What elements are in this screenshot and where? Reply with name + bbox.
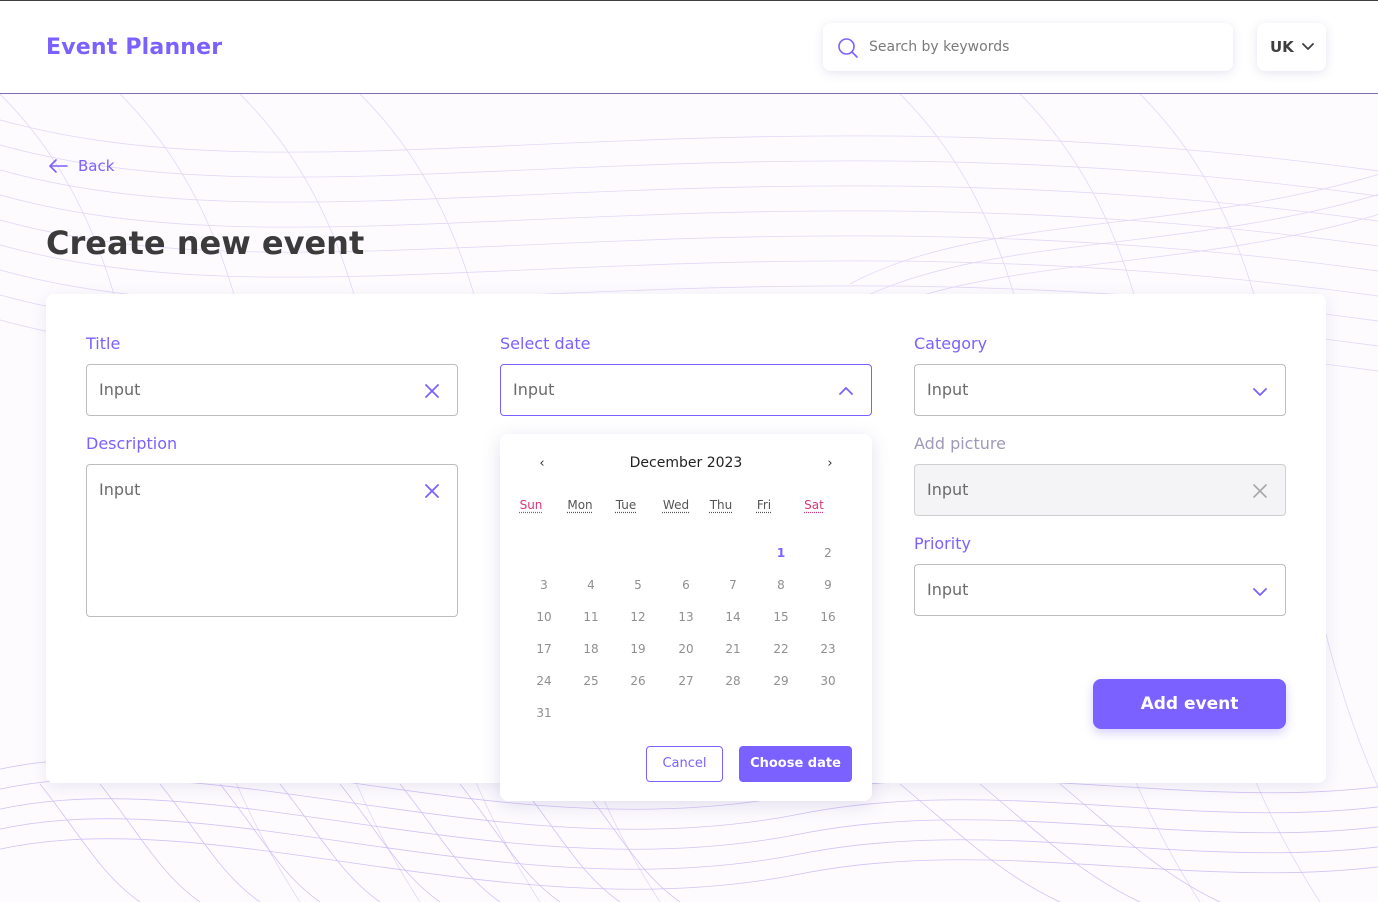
calendar-day-25[interactable]: 25	[576, 674, 606, 688]
title-label: Title	[86, 334, 121, 353]
calendar-day-21[interactable]: 21	[718, 642, 748, 656]
calendar-day-2[interactable]: 2	[813, 546, 843, 560]
arrow-left-icon	[49, 159, 68, 173]
language-value: UK	[1270, 38, 1294, 56]
chevron-up-icon[interactable]	[839, 384, 853, 398]
calendar-day-16[interactable]: 16	[813, 610, 843, 624]
category-select[interactable]: Input	[914, 364, 1286, 416]
calendar-day-23[interactable]: 23	[813, 642, 843, 656]
calendar-day-31[interactable]: 31	[529, 706, 559, 720]
add-picture-placeholder: Input	[927, 480, 969, 499]
priority-label: Priority	[914, 534, 971, 553]
add-picture-input: Input	[914, 464, 1286, 516]
calendar-day-6[interactable]: 6	[671, 578, 701, 592]
cancel-button[interactable]: Cancel	[646, 746, 723, 782]
back-label: Back	[78, 157, 115, 175]
title-input[interactable]: Input	[86, 364, 458, 416]
calendar-day-14[interactable]: 14	[718, 610, 748, 624]
calendar-day-11[interactable]: 11	[576, 610, 606, 624]
calendar-day-13[interactable]: 13	[671, 610, 701, 624]
close-icon[interactable]	[425, 384, 439, 398]
calendar-month-title: December 2023	[629, 455, 743, 471]
close-icon	[1253, 484, 1267, 498]
calendar-day-12[interactable]: 12	[623, 610, 653, 624]
calendar-day-22[interactable]: 22	[766, 642, 796, 656]
calendar-day-27[interactable]: 27	[671, 674, 701, 688]
priority-select[interactable]: Input	[914, 564, 1286, 616]
search-input[interactable]	[869, 23, 1219, 71]
weekday-wed: Wed	[662, 498, 690, 512]
calendar-day-17[interactable]: 17	[529, 642, 559, 656]
calendar-day-5[interactable]: 5	[623, 578, 653, 592]
date-input-placeholder: Input	[513, 380, 555, 399]
calendar-day-3[interactable]: 3	[529, 578, 559, 592]
weekday-sun: Sun	[519, 498, 543, 512]
calendar-day-4[interactable]: 4	[576, 578, 606, 592]
priority-placeholder: Input	[927, 580, 969, 599]
description-placeholder: Input	[99, 480, 141, 499]
calendar-day-10[interactable]: 10	[529, 610, 559, 624]
calendar-day-28[interactable]: 28	[718, 674, 748, 688]
category-placeholder: Input	[927, 380, 969, 399]
description-label: Description	[86, 434, 178, 453]
app-logo[interactable]: Event Planner	[46, 35, 222, 60]
calendar-day-26[interactable]: 26	[623, 674, 653, 688]
calendar-day-24[interactable]: 24	[529, 674, 559, 688]
calendar-day-29[interactable]: 29	[766, 674, 796, 688]
add-picture-label: Add picture	[914, 434, 1006, 453]
language-select[interactable]: UK	[1257, 23, 1326, 71]
calendar-day-9[interactable]: 9	[813, 578, 843, 592]
choose-date-button[interactable]: Choose date	[739, 746, 852, 782]
calendar-day-15[interactable]: 15	[766, 610, 796, 624]
date-input[interactable]: Input	[500, 364, 872, 416]
description-textarea[interactable]: Input	[86, 464, 458, 617]
date-picker-popup: ‹ December 2023 › Sun Mon Tue Wed Thu Fri Sat …	[500, 434, 872, 801]
search-box[interactable]	[823, 23, 1233, 71]
title-input-placeholder: Input	[99, 380, 141, 399]
weekday-sat: Sat	[804, 498, 824, 512]
category-label: Category	[914, 334, 988, 353]
calendar-day-7[interactable]: 7	[718, 578, 748, 592]
app-header: Event Planner UK	[0, 1, 1378, 94]
weekday-fri: Fri	[756, 498, 772, 512]
chevron-down-icon	[1253, 588, 1267, 596]
select-date-label: Select date	[500, 334, 591, 353]
next-month-button[interactable]: ›	[822, 456, 838, 471]
search-icon	[838, 38, 858, 58]
calendar-day-1[interactable]: 1	[766, 546, 796, 560]
weekday-tue: Tue	[615, 498, 637, 512]
weekday-mon: Mon	[567, 498, 593, 512]
chevron-down-icon	[1302, 43, 1314, 50]
calendar-day-18[interactable]: 18	[576, 642, 606, 656]
close-icon[interactable]	[425, 484, 439, 498]
chevron-down-icon	[1253, 388, 1267, 396]
calendar-day-20[interactable]: 20	[671, 642, 701, 656]
calendar-day-19[interactable]: 19	[623, 642, 653, 656]
page-title: Create new event	[46, 224, 365, 262]
add-event-button[interactable]: Add event	[1093, 679, 1286, 729]
calendar-day-8[interactable]: 8	[766, 578, 796, 592]
calendar-day-30[interactable]: 30	[813, 674, 843, 688]
weekday-thu: Thu	[709, 498, 733, 512]
